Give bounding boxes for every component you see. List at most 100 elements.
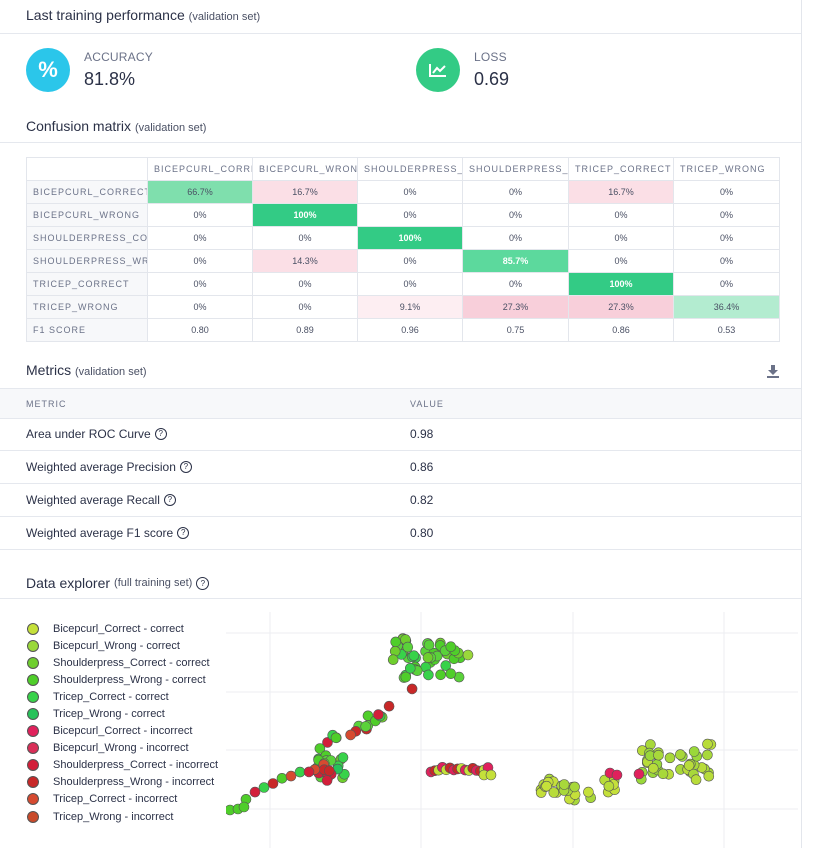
- help-icon[interactable]: ?: [154, 428, 167, 440]
- scatter-point: [383, 700, 395, 712]
- scatter-point: [390, 636, 401, 648]
- legend-item[interactable]: Tricep_Wrong - incorrect: [26, 808, 218, 825]
- scatter-point: [303, 766, 315, 778]
- matrix-row-header: TRICEP_CORRECT: [26, 272, 148, 296]
- help-icon[interactable]: ?: [163, 494, 176, 506]
- matrix-col-header: BICEPCURL_WRONG: [252, 157, 358, 181]
- scatter-point: [238, 801, 250, 813]
- matrix-cell: 0%: [673, 203, 780, 227]
- divider: [0, 598, 801, 599]
- scatter-point: [485, 769, 497, 781]
- legend-swatch: [27, 690, 39, 703]
- legend-item[interactable]: Tricep_Correct - correct: [26, 688, 218, 705]
- legend-item[interactable]: Bicepcurl_Wrong - incorrect: [26, 740, 218, 757]
- scatter-point: [633, 768, 645, 780]
- scatter-point: [402, 641, 414, 653]
- legend-item[interactable]: Shoulderpress_Wrong - incorrect: [26, 774, 218, 791]
- matrix-col-header: BICEPCURL_CORRECT: [147, 157, 253, 181]
- f1-score-row: F1 SCORE 0.80 0.89 0.96 0.75 0.86 0.53: [26, 318, 780, 342]
- legend-item[interactable]: Bicepcurl_Wrong - correct: [26, 637, 218, 654]
- matrix-corner: [26, 157, 148, 181]
- metric-row-value: 0.82: [410, 493, 434, 507]
- loss-label: LOSS: [474, 50, 507, 64]
- download-icon[interactable]: [766, 364, 780, 378]
- scatter-point: [653, 749, 664, 761]
- matrix-cell: 0%: [462, 226, 569, 250]
- scatter-point: [435, 669, 446, 681]
- metrics-title-text: Metrics: [26, 362, 72, 378]
- scatter-point: [321, 775, 333, 786]
- confusion-title: Confusion matrix (validation set): [26, 118, 206, 134]
- metric-row-name: Area under ROC Curve ?: [26, 427, 167, 441]
- matrix-row-header: SHOULDERPRESS_CORRECT: [26, 226, 148, 250]
- legend-item[interactable]: Shoulderpress_Correct - incorrect: [26, 757, 218, 774]
- loss-badge: [416, 48, 460, 92]
- metrics-table-header: METRIC VALUE: [0, 388, 801, 419]
- accuracy-label: ACCURACY: [84, 50, 153, 64]
- scatter-point: [558, 779, 570, 790]
- help-icon[interactable]: ?: [196, 576, 210, 590]
- matrix-cell: 100%: [568, 272, 674, 296]
- scatter-point: [258, 782, 270, 793]
- scatter-point: [422, 652, 434, 663]
- legend-swatch: [27, 639, 39, 652]
- legend-swatch: [27, 793, 39, 806]
- f1-score-label: F1 SCORE: [26, 318, 148, 342]
- matrix-cell: 0%: [462, 203, 569, 227]
- legend-label: Shoulderpress_Correct - correct: [53, 656, 210, 669]
- scatter-point: [548, 787, 560, 798]
- legend-item[interactable]: Tricep_Wrong - correct: [26, 705, 218, 722]
- metric-row-value: 0.98: [410, 427, 434, 441]
- matrix-cell: 0%: [462, 180, 569, 204]
- accuracy-value: 81.8%: [84, 69, 136, 89]
- legend-item[interactable]: Shoulderpress_Correct - correct: [26, 654, 218, 671]
- help-icon[interactable]: ?: [179, 461, 192, 473]
- metric-name: Weighted average F1 score: [26, 526, 174, 540]
- matrix-row: BICEPCURL_WRONG 0% 100% 0% 0% 0% 0%: [26, 203, 780, 227]
- legend-label: Bicepcurl_Wrong - correct: [53, 639, 180, 652]
- matrix-row-header: SHOULDERPRESS_WRONG: [26, 249, 148, 273]
- scatter-point: [423, 669, 434, 681]
- scatter-point: [702, 749, 713, 761]
- scrollbar[interactable]: [802, 0, 813, 848]
- matrix-cell: 0%: [673, 180, 780, 204]
- divider: [0, 450, 801, 451]
- scatter-point: [387, 654, 399, 666]
- confusion-subtitle: (validation set): [134, 122, 207, 134]
- legend-item[interactable]: Tricep_Correct - incorrect: [26, 791, 218, 808]
- legend-item[interactable]: Shoulderpress_Wrong - correct: [26, 671, 218, 688]
- scatter-point: [647, 763, 659, 774]
- scatter-point: [408, 650, 420, 662]
- explorer-legend: Bicepcurl_Correct - correct Bicepcurl_Wr…: [26, 620, 218, 825]
- scatter-point: [294, 766, 306, 778]
- matrix-cell: 0%: [568, 249, 674, 273]
- matrix-cell: 0%: [673, 249, 780, 273]
- data-explorer-scatter[interactable]: [226, 612, 798, 848]
- legend-swatch: [27, 708, 39, 721]
- legend-item[interactable]: Bicepcurl_Correct - correct: [26, 620, 218, 637]
- matrix-cell: 0%: [357, 180, 463, 204]
- legend-swatch: [27, 673, 39, 686]
- scatter-point: [664, 752, 676, 764]
- matrix-cell: 0%: [673, 226, 780, 250]
- matrix-cell: 27.3%: [462, 295, 569, 319]
- training-performance-panel: Last training performance (validation se…: [0, 0, 802, 848]
- scatter-point: [445, 668, 457, 680]
- chart-line-icon: [429, 64, 446, 77]
- matrix-row: BICEPCURL_CORRECT 66.7% 16.7% 0% 0% 16.7…: [26, 180, 780, 204]
- scatter-point: [462, 649, 474, 661]
- matrix-cell: 0%: [147, 249, 253, 273]
- scatter-point: [603, 780, 615, 792]
- scatter-points: [226, 633, 717, 816]
- matrix-cell: 27.3%: [568, 295, 674, 319]
- matrix-cell: 0%: [462, 272, 569, 296]
- legend-item[interactable]: Bicepcurl_Correct - incorrect: [26, 723, 218, 740]
- scatter-point: [345, 729, 356, 741]
- help-icon[interactable]: ?: [177, 527, 190, 539]
- value-column-header: VALUE: [410, 399, 444, 409]
- matrix-cell: 16.7%: [568, 180, 674, 204]
- scatter-point: [249, 786, 261, 798]
- metric-name: Area under ROC Curve: [26, 427, 151, 441]
- metric-row-value: 0.80: [410, 526, 434, 540]
- performance-subtitle: (validation set): [188, 11, 261, 23]
